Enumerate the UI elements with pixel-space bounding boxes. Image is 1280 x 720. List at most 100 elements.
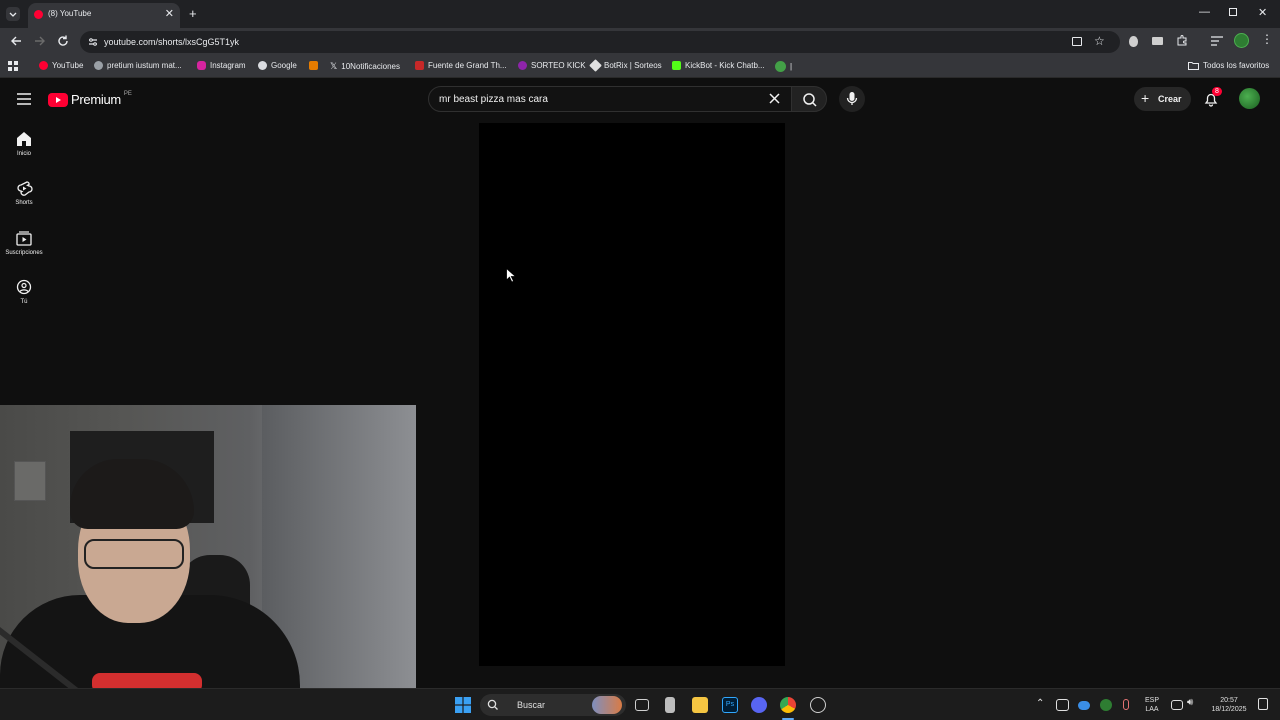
volume-icon[interactable]: 🔊︎	[1187, 697, 1193, 708]
bookmark-label: 10Notificaciones	[341, 62, 400, 71]
windows-start-icon[interactable]	[455, 697, 471, 713]
extension-icon[interactable]	[1129, 36, 1138, 47]
all-favorites-label: Todos los favoritos	[1203, 61, 1270, 70]
minimize-icon[interactable]: —	[1199, 6, 1210, 18]
extensions-puzzle-icon[interactable]	[1176, 34, 1188, 46]
onedrive-icon[interactable]	[1078, 701, 1090, 710]
chrome-icon[interactable]	[780, 697, 796, 713]
profile-avatar[interactable]	[1234, 33, 1249, 48]
bookmark-star-icon[interactable]: ☆	[1094, 34, 1105, 48]
google-icon	[258, 61, 267, 70]
youtube-premium-logo[interactable]: Premium PE	[48, 91, 132, 107]
nav-inicio[interactable]: Inicio	[0, 131, 48, 157]
microphone-in-use-icon[interactable]	[1123, 699, 1129, 710]
logo-text: Premium	[71, 92, 121, 107]
apps-grid-icon[interactable]	[8, 61, 18, 71]
close-tab-icon[interactable]: ✕	[165, 7, 174, 20]
back-icon[interactable]	[9, 34, 23, 48]
bookmark-instagram[interactable]: Instagram	[197, 61, 246, 70]
bookmark-pretium[interactable]: pretium iustum mat...	[94, 61, 182, 70]
nav-tu[interactable]: Tú	[0, 279, 48, 305]
webcam-overlay	[0, 405, 416, 688]
media-queue-icon[interactable]	[1211, 36, 1223, 46]
tray-app-icon[interactable]	[1100, 699, 1112, 711]
new-tab-icon[interactable]: +	[189, 6, 197, 21]
reload-icon[interactable]	[56, 34, 70, 48]
bookmark-label: KickBot - Kick Chatb...	[685, 61, 765, 70]
tab-search-icon[interactable]	[6, 7, 20, 21]
all-favorites-folder[interactable]: Todos los favoritos	[1188, 61, 1269, 70]
task-view-icon[interactable]	[635, 699, 649, 711]
nav-shorts[interactable]: Shorts	[0, 180, 48, 206]
photoshop-icon[interactable]: Ps	[722, 697, 738, 713]
browser-tab[interactable]: (8) YouTube ✕	[28, 3, 180, 28]
youtube-favicon-icon	[34, 10, 43, 19]
bookmark-label: |	[790, 62, 793, 71]
app-taskbar-icon[interactable]	[665, 697, 675, 713]
clock[interactable]: 20:57 18/12/2025	[1206, 696, 1252, 714]
address-bar[interactable]: youtube.com/shorts/lxsCgG5T1yk ☆	[80, 31, 1120, 53]
browser-menu-icon[interactable]: ⋮	[1261, 32, 1273, 46]
clear-search-icon[interactable]	[769, 93, 780, 104]
bookmark-12[interactable]: |	[775, 61, 792, 72]
bookmark-sorteo-kick[interactable]: SORTEO KICK	[518, 61, 586, 70]
bookmark-botrix[interactable]: BotRix | Sorteos	[589, 59, 662, 72]
notification-badge: 8	[1212, 87, 1222, 96]
create-label: Crear	[1158, 94, 1182, 104]
microphone-icon	[846, 92, 858, 105]
nav-label: Inicio	[16, 151, 31, 157]
bookmark-kickbot[interactable]: KickBot - Kick Chatb...	[672, 61, 765, 70]
notification-center-icon[interactable]	[1258, 698, 1268, 710]
bookmark-google[interactable]: Google	[258, 61, 297, 70]
youtube-logo-icon	[48, 92, 68, 107]
bookmark-favicon-icon	[775, 61, 786, 72]
nav-label: Suscripciones	[5, 250, 43, 256]
show-hidden-icons-icon[interactable]: ⌃	[1036, 698, 1044, 709]
voice-search-button[interactable]	[839, 86, 865, 112]
create-button[interactable]: + Crear	[1134, 87, 1191, 111]
youtube-icon	[39, 61, 48, 70]
bookmark-unnamed[interactable]	[309, 61, 318, 70]
discord-icon[interactable]	[751, 697, 767, 713]
mouse-cursor-icon	[506, 268, 516, 283]
windows-taskbar: Buscar Ps ⌃ ESP LAA 🔊︎ 20:57 18/12/2025	[0, 688, 1280, 720]
forward-icon[interactable]	[33, 34, 47, 48]
tab-title: (8) YouTube	[48, 9, 92, 18]
bookmark-youtube[interactable]: YouTube	[39, 61, 83, 70]
youtube-page: Premium PE Inicio Shorts Suscripciones T…	[0, 79, 1280, 688]
shorts-video-player[interactable]	[479, 123, 785, 666]
shorts-icon	[17, 181, 33, 196]
search-input[interactable]: mr beast pizza mas cara	[428, 86, 792, 112]
search-button[interactable]	[791, 86, 827, 112]
close-window-icon[interactable]: ✕	[1258, 6, 1267, 19]
bookmark-label: SORTEO KICK	[531, 61, 586, 70]
restore-icon[interactable]	[1229, 8, 1237, 16]
nav-suscripciones[interactable]: Suscripciones	[0, 230, 48, 256]
browser-toolbar: youtube.com/shorts/lxsCgG5T1yk ☆ ⋮	[0, 28, 1280, 56]
microphone-foam	[92, 673, 202, 688]
language-indicator[interactable]: ESP LAA	[1140, 696, 1164, 714]
bookmark-fuente-grand-theft[interactable]: Fuente de Grand Th...	[415, 61, 507, 70]
tray-sync-icon[interactable]	[1056, 699, 1069, 711]
account-avatar[interactable]	[1239, 88, 1260, 109]
install-app-icon[interactable]	[1072, 37, 1082, 46]
bookmark-label: Google	[271, 61, 297, 70]
clock-date: 18/12/2025	[1211, 706, 1247, 713]
keyboard-layout: LAA	[1145, 706, 1159, 713]
steam-icon[interactable]	[810, 697, 826, 713]
notifications-button[interactable]: 8	[1203, 87, 1222, 107]
bookmark-label: Instagram	[210, 61, 246, 70]
globe-icon	[94, 61, 103, 70]
language-code: ESP	[1144, 697, 1159, 704]
hamburger-menu-icon[interactable]	[17, 93, 31, 105]
bookmark-10notificaciones[interactable]: 𝕏 10Notificaciones	[330, 61, 400, 72]
search-icon	[487, 699, 498, 710]
network-icon[interactable]	[1171, 700, 1183, 710]
file-explorer-icon[interactable]	[692, 697, 708, 713]
taskbar-search[interactable]: Buscar	[480, 694, 626, 716]
nav-label: Tú	[20, 299, 28, 305]
clock-time: 20:57	[1220, 697, 1238, 704]
site-info-icon[interactable]	[88, 37, 98, 47]
extension-card-icon[interactable]	[1152, 37, 1163, 45]
bookmarks-bar: YouTube pretium iustum mat... Instagram …	[0, 56, 1280, 78]
